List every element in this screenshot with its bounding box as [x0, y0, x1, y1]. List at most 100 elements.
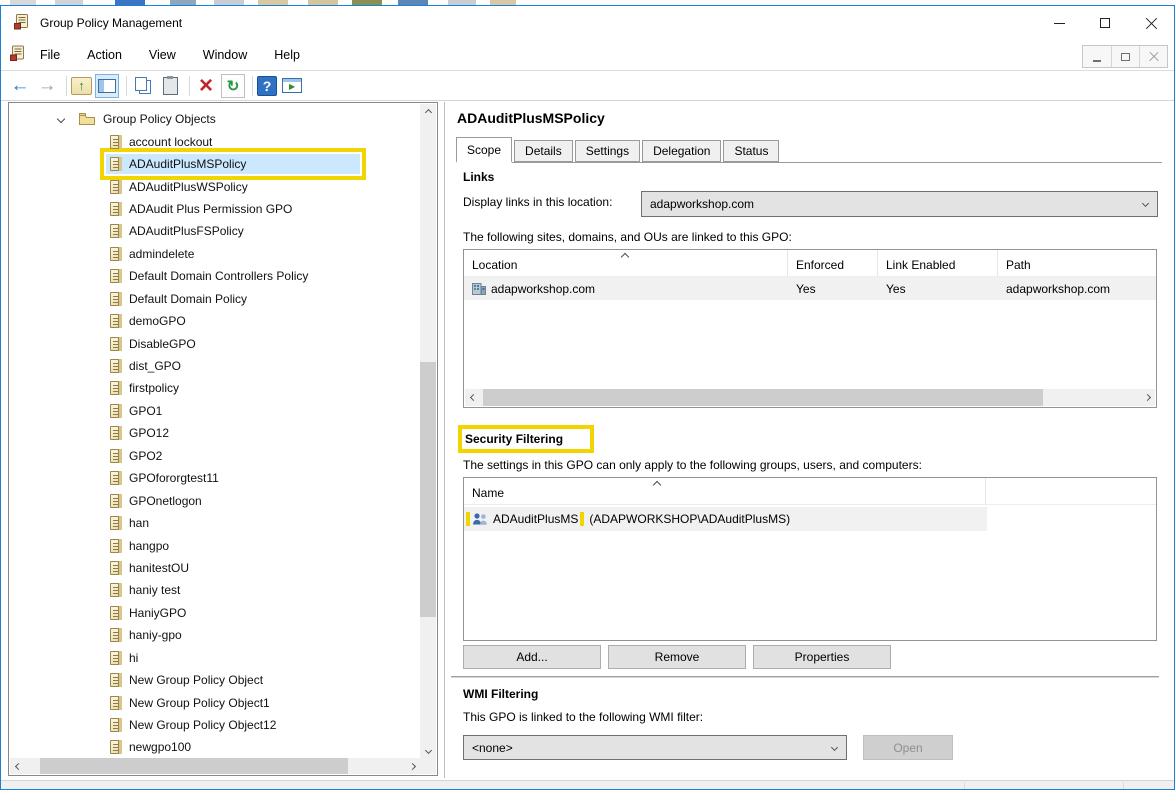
location-dropdown[interactable]: adapworkshop.com — [641, 191, 1158, 217]
close-icon — [1145, 17, 1158, 30]
security-table-row[interactable]: ADAuditPlusMS (ADAPWORKSHOP\ADAuditPlusM… — [464, 507, 987, 531]
links-table-horizontal-scrollbar[interactable] — [465, 389, 1155, 406]
scroll-right-button[interactable] — [404, 758, 420, 774]
tree-item-group-policy-objects[interactable]: Group Policy Objects — [10, 108, 420, 130]
tree-item-haniy-gpo[interactable]: haniy-gpo — [10, 624, 420, 646]
tree-item-account-lockout[interactable]: account lockout — [10, 130, 420, 152]
tab-details[interactable]: Details — [514, 140, 573, 162]
mdi-minimize-button[interactable] — [1083, 46, 1111, 67]
tree-item-new-group-policy-object[interactable]: New Group Policy Object — [10, 669, 420, 691]
column-header-enforced[interactable]: Enforced — [788, 250, 878, 276]
tab-status[interactable]: Status — [723, 140, 780, 162]
tab-label: Status — [734, 144, 769, 158]
minimize-button[interactable] — [1036, 6, 1082, 40]
page-title: ADAuditPlusMSPolicy — [457, 110, 605, 126]
menu-action[interactable]: Action — [85, 45, 124, 65]
wmi-filter-dropdown[interactable]: <none> — [463, 735, 847, 760]
gpmc-app-icon — [14, 13, 30, 33]
toolbar-delete[interactable] — [194, 74, 218, 98]
tree-item-demogpo[interactable]: demoGPO — [10, 310, 420, 332]
tree-item-adauditpluswspolicy[interactable]: ADAuditPlusWSPolicy — [10, 175, 420, 197]
scrollbar-thumb[interactable] — [40, 758, 348, 774]
tree-horizontal-scrollbar[interactable] — [10, 758, 420, 774]
tree-vertical-scrollbar[interactable] — [420, 104, 436, 758]
tree-item-admindelete[interactable]: admindelete — [10, 243, 420, 265]
tab-scope[interactable]: Scope — [456, 137, 513, 163]
scrollbar-thumb[interactable] — [483, 389, 1043, 406]
gpo-icon — [110, 246, 122, 261]
gpo-icon — [110, 673, 122, 688]
tree-item-default-domain-policy[interactable]: Default Domain Policy — [10, 288, 420, 310]
column-header-link-enabled[interactable]: Link Enabled — [878, 250, 998, 276]
tree-item-haniygpo[interactable]: HaniyGPO — [10, 602, 420, 624]
tree-item-hanitestou[interactable]: hanitestOU — [10, 557, 420, 579]
mdi-minimize-icon — [1093, 59, 1101, 62]
tree-item-gpo2[interactable]: GPO2 — [10, 445, 420, 467]
tree-item-default-domain-controllers-policy[interactable]: Default Domain Controllers Policy — [10, 265, 420, 287]
tab-label: Details — [525, 144, 562, 158]
scroll-down-button[interactable] — [420, 742, 436, 758]
gpo-icon — [110, 583, 122, 598]
tree-item-adaudit-plus-permission-gpo[interactable]: ADAudit Plus Permission GPO — [10, 198, 420, 220]
add-button[interactable]: Add... — [463, 645, 601, 669]
toolbar-show-window[interactable] — [280, 74, 304, 98]
tree-item-firstpolicy[interactable]: firstpolicy — [10, 377, 420, 399]
toolbar-back[interactable] — [8, 74, 32, 98]
column-header-location[interactable]: Location — [464, 250, 788, 276]
toolbar-console-tree[interactable] — [95, 73, 119, 98]
scroll-right-button[interactable] — [1139, 389, 1155, 405]
menu-file[interactable]: File — [38, 45, 62, 65]
tree-item-gpo12[interactable]: GPO12 — [10, 422, 420, 444]
scroll-left-button[interactable] — [465, 389, 481, 405]
menu-help[interactable]: Help — [272, 45, 302, 65]
scrollbar-thumb[interactable] — [420, 362, 436, 617]
toolbar-export[interactable] — [71, 76, 92, 95]
tab-settings[interactable]: Settings — [574, 140, 641, 162]
scroll-up-button[interactable] — [420, 104, 436, 120]
toolbar-separator — [66, 75, 67, 96]
column-header-path[interactable]: Path — [998, 250, 1156, 276]
tree-item-han[interactable]: han — [10, 512, 420, 534]
scroll-left-button[interactable] — [10, 758, 26, 774]
tree-item-adauditplusmspolicy[interactable]: ADAuditPlusMSPolicy — [10, 148, 420, 181]
toolbar-forward[interactable] — [35, 74, 59, 98]
link-enforced: Yes — [796, 281, 816, 296]
principal-name: ADAuditPlusMS — [493, 512, 579, 526]
close-button[interactable] — [1128, 6, 1174, 40]
tree-item-gpo1[interactable]: GPO1 — [10, 400, 420, 422]
gpo-icon — [110, 179, 122, 194]
tree-item-newgpo100[interactable]: newgpo100 — [10, 736, 420, 758]
tree-item-label: ADAuditPlusWSPolicy — [129, 179, 248, 194]
tree-item-disablegpo[interactable]: DisableGPO — [10, 332, 420, 354]
properties-button[interactable]: Properties — [753, 645, 891, 669]
tree-item-dist-gpo[interactable]: dist_GPO — [10, 355, 420, 377]
tree-item-label: GPO1 — [129, 403, 163, 418]
tab-delegation[interactable]: Delegation — [642, 140, 722, 162]
column-header-name[interactable]: Name — [464, 478, 987, 504]
mdi-close-button[interactable] — [1139, 46, 1167, 67]
tree-item-label: Group Policy Objects — [103, 112, 216, 127]
maximize-button[interactable] — [1082, 6, 1128, 40]
mdi-restore-button[interactable] — [1111, 46, 1139, 67]
tree-item-label: demoGPO — [129, 314, 186, 329]
remove-button[interactable]: Remove — [608, 645, 746, 669]
tree-item-gpofororgtest11[interactable]: GPOfororgtest11 — [10, 467, 420, 489]
gpo-icon — [110, 314, 122, 329]
toolbar-help[interactable] — [257, 75, 277, 96]
tree-item-gponetlogon[interactable]: GPOnetlogon — [10, 489, 420, 511]
tree-item-new-group-policy-object12[interactable]: New Group Policy Object12 — [10, 714, 420, 736]
links-table-row[interactable]: adapworkshop.com Yes Yes adapworkshop.co… — [464, 277, 1156, 300]
tree-item-hangpo[interactable]: hangpo — [10, 534, 420, 556]
toolbar-refresh[interactable] — [221, 73, 245, 98]
gpo-icon — [110, 201, 122, 216]
column-header-empty[interactable] — [986, 478, 1156, 504]
tree-item-haniy-test[interactable]: haniy test — [10, 579, 420, 601]
menu-window[interactable]: Window — [201, 45, 249, 65]
tree-item-hi[interactable]: hi — [10, 647, 420, 669]
toolbar-paste[interactable] — [158, 74, 182, 98]
chevron-down-icon[interactable] — [56, 114, 66, 124]
tree-item-new-group-policy-object1[interactable]: New Group Policy Object1 — [10, 691, 420, 713]
menu-view[interactable]: View — [147, 45, 178, 65]
tree-item-adauditplusfspolicy[interactable]: ADAuditPlusFSPolicy — [10, 220, 420, 242]
toolbar-copy[interactable] — [131, 74, 155, 98]
